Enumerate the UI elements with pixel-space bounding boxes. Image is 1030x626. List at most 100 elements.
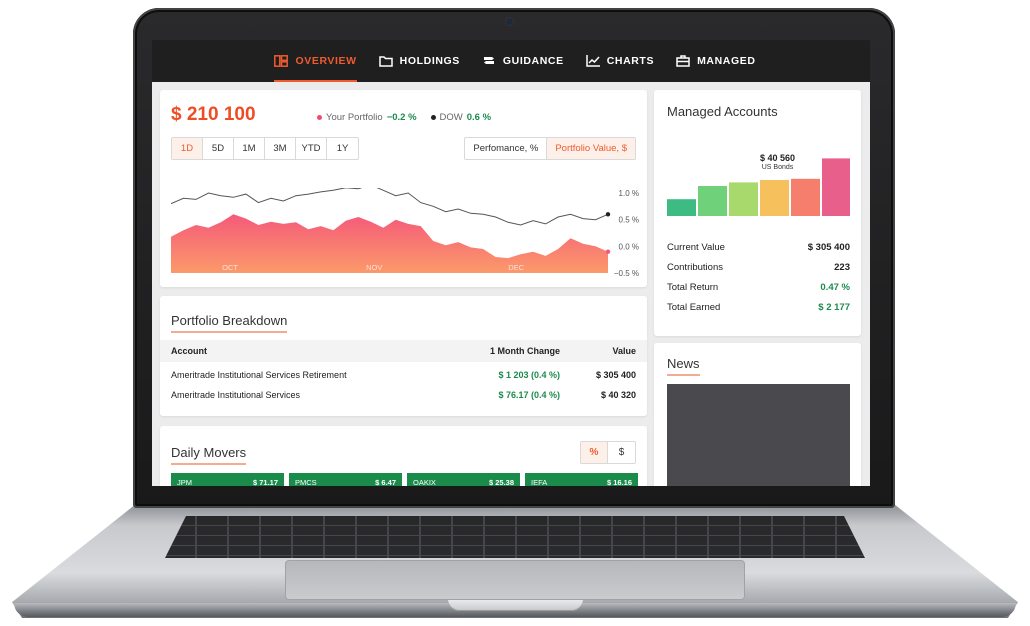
account-change: $ 1 203 (0.4 %) [498,370,560,380]
tab-overview-label: OVERVIEW [295,55,357,67]
managed-accounts-card: Managed Accounts $ 40 560 US Bonds Curre… [654,90,861,336]
x-tick-label: DEC [508,263,524,272]
tab-charts[interactable]: CHARTS [585,40,655,82]
range-3m-button[interactable]: 3M [265,138,296,159]
app-screen: OVERVIEW HOLDINGS GUIDANCE CHARTS MANAGE… [152,40,870,486]
row-value: $ 305 400 [807,242,850,253]
x-tick-label: OCT [222,263,238,272]
table-row[interactable]: Ameritrade Institutional Services $ 76.1… [160,385,647,405]
managed-bar[interactable] [760,180,789,216]
managed-bar[interactable] [822,158,850,216]
range-1d-button[interactable]: 1D [172,138,203,159]
managed-bar[interactable] [729,182,758,216]
briefcase-icon [676,55,690,67]
range-ytd-button[interactable]: YTD [296,138,327,159]
percent-toggle-button[interactable]: % [581,442,608,463]
row-value: 223 [834,262,850,273]
portfolio-value-mode-button[interactable]: Portfolio Value, $ [547,138,635,159]
performance-chart: 1.0 % 0.5 % 0.0 % −0.5 % OCT NOV DEC [171,188,639,278]
lid-notch [448,600,583,611]
y-tick-label: 1.0 % [619,189,639,198]
row-value: $ 2 177 [818,302,850,313]
legend-portfolio-label: Your Portfolio [326,112,383,123]
table-header: Account 1 Month Change Value [160,340,647,362]
row-label: Contributions [667,262,723,273]
mover-price: $ 71.17 [252,478,278,486]
portfolio-total-value: $ 210 100 [171,104,256,125]
mover-price: $ 25.38 [488,478,514,486]
portfolio-end-point [605,249,611,254]
daily-movers-title: Daily Movers [171,445,247,465]
news-image[interactable] [667,384,850,486]
chart-mode-selector: Perfomance, % Portfolio Value, $ [464,137,636,160]
mover-ticker: PMCS [295,478,317,486]
camera-icon [506,18,513,25]
news-title: News [667,356,700,376]
header-value: Value [612,346,636,356]
tab-managed-label: MANAGED [697,55,756,67]
total-return-row: Total Return 0.47 % [667,282,850,293]
row-label: Current Value [667,242,725,253]
tab-guidance-label: GUIDANCE [502,55,564,67]
performance-mode-button[interactable]: Perfomance, % [465,138,548,159]
tab-overview[interactable]: OVERVIEW [274,40,357,82]
range-selector: 1D 5D 1M 3M YTD 1Y [171,137,359,160]
mover-tile[interactable]: PMCS $ 6.47 [289,473,402,486]
movers-unit-toggle: % $ [580,441,636,464]
managed-bar[interactable] [791,178,820,216]
range-1m-button[interactable]: 1M [234,138,265,159]
mover-price: $ 16.16 [606,478,632,486]
account-name: Ameritrade Institutional Services [171,390,301,400]
dollar-toggle-button[interactable]: $ [608,442,635,463]
mover-ticker: OAKIX [413,478,436,486]
chart-legend: Your Portfolio −0.2 % DOW 0.6 % [317,112,491,123]
signpost-icon [483,55,494,67]
header-account: Account [171,346,207,356]
managed-accounts-title: Managed Accounts [667,104,778,119]
row-label: Total Earned [667,302,721,313]
legend-portfolio-value: −0.2 % [386,112,417,123]
tab-holdings-label: HOLDINGS [399,55,460,67]
folder-icon [378,56,393,67]
tab-guidance[interactable]: GUIDANCE [482,40,564,82]
managed-bar[interactable] [698,186,727,216]
account-name: Ameritrade Institutional Services Retire… [171,370,347,380]
range-5d-button[interactable]: 5D [203,138,234,159]
legend-dow-dot [430,114,436,120]
table-row[interactable]: Ameritrade Institutional Services Retire… [160,365,647,385]
managed-bar-chart [667,158,850,216]
y-tick-label: 0.0 % [619,242,639,251]
mover-ticker: IEFA [531,478,548,486]
managed-bar[interactable] [667,199,696,216]
account-change: $ 76.17 (0.4 %) [498,390,560,400]
tab-charts-label: CHARTS [606,55,655,67]
movers-list: JPM $ 71.17 PMCS $ 6.47 OAKIX $ 25.38 IEFA $… [171,473,638,486]
legend-dow-label: DOW [439,112,463,123]
news-card: News [654,343,861,486]
dashboard-icon [274,55,289,67]
account-value: $ 40 320 [600,390,636,400]
mover-tile[interactable]: IEFA $ 16.16 [525,473,638,486]
y-tick-label: 0.5 % [619,216,639,225]
contributions-row: Contributions 223 [667,262,850,273]
portfolio-breakdown-card: Portfolio Breakdown Account 1 Month Chan… [160,296,647,416]
current-value-row: Current Value $ 305 400 [667,242,850,253]
portfolio-breakdown-title: Portfolio Breakdown [171,313,288,333]
trackpad [285,560,745,600]
account-value: $ 305 400 [595,370,636,380]
top-navigation: OVERVIEW HOLDINGS GUIDANCE CHARTS MANAGE… [152,40,870,82]
mover-tile[interactable]: JPM $ 71.17 [171,473,284,486]
row-value: 0.47 % [820,282,850,293]
line-chart-icon [585,55,600,67]
mover-tile[interactable]: OAKIX $ 25.38 [407,473,520,486]
range-1y-button[interactable]: 1Y [327,138,358,159]
legend-dow: DOW 0.6 % [430,112,491,123]
tab-holdings[interactable]: HOLDINGS [378,40,460,82]
legend-portfolio-dot [317,114,322,120]
header-change: 1 Month Change [490,346,560,356]
x-tick-label: NOV [366,263,382,272]
mover-price: $ 6.47 [375,478,396,486]
breakdown-table: Account 1 Month Change Value Ameritrade … [160,340,647,405]
tab-managed[interactable]: MANAGED [676,40,755,82]
dow-end-point [605,212,611,217]
